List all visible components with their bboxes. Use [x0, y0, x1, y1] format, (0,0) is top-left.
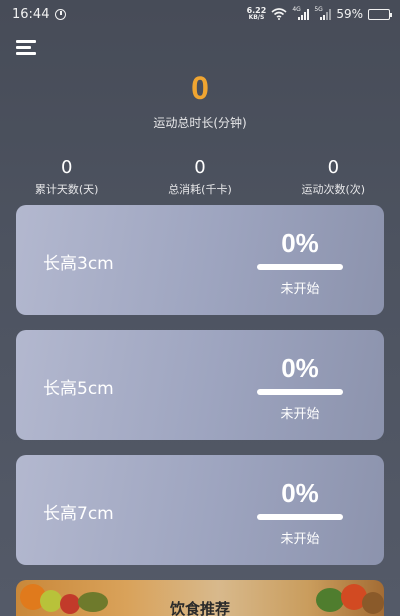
- goal-progress-block: 0% 未开始: [256, 227, 344, 297]
- goal-title: 长高5cm: [43, 379, 114, 399]
- goal-status: 未开始: [280, 282, 320, 297]
- stat-label: 运动次数(次): [301, 183, 366, 196]
- total-duration-label: 运动总时长(分钟): [153, 116, 247, 130]
- total-duration-value: 0: [191, 70, 209, 106]
- goal-progress-block: 0% 未开始: [256, 352, 344, 422]
- goal-progress-bar: [257, 264, 343, 270]
- stat-label: 累计天数(天): [34, 183, 99, 196]
- goal-percent: 0%: [281, 228, 319, 258]
- signal-icon-2: 5G: [314, 5, 332, 20]
- status-bar: 16:44 6.22 KB/S 4G 5G 59%: [0, 0, 400, 28]
- goal-percent: 0%: [281, 353, 319, 383]
- goal-status: 未开始: [280, 532, 320, 547]
- stat-value: 0: [60, 157, 73, 178]
- alarm-icon: [55, 8, 67, 20]
- goal-progress-bar: [257, 514, 343, 520]
- stat-calories: 0 总消耗(千卡): [133, 158, 266, 197]
- battery-icon: [368, 8, 392, 20]
- stat-sessions: 0 运动次数(次): [267, 158, 400, 197]
- stat-days: 0 累计天数(天): [0, 158, 133, 197]
- stat-value: 0: [194, 157, 206, 178]
- goal-status: 未开始: [280, 407, 320, 422]
- status-time: 16:44: [12, 6, 50, 22]
- goal-card-5cm[interactable]: 长高5cm 0% 未开始: [16, 330, 384, 440]
- goal-title: 长高7cm: [43, 504, 114, 524]
- diet-recommendation-banner[interactable]: 饮食推荐: [16, 580, 384, 616]
- goal-percent: 0%: [281, 478, 319, 508]
- goal-card-3cm[interactable]: 长高3cm 0% 未开始: [16, 205, 384, 315]
- signal-tag-2: 5G: [314, 5, 323, 13]
- stat-label: 总消耗(千卡): [168, 183, 232, 196]
- goal-progress-block: 0% 未开始: [256, 477, 344, 547]
- diet-title: 饮食推荐: [169, 600, 230, 616]
- network-speed-value: 6.22: [246, 6, 267, 15]
- stats-row: 0 累计天数(天) 0 总消耗(千卡) 0 运动次数(次): [0, 158, 400, 197]
- battery-percent: 59%: [336, 7, 363, 21]
- network-speed: 6.22 KB/S: [246, 6, 267, 22]
- wifi-icon: [271, 8, 287, 20]
- goal-progress-bar: [257, 389, 343, 395]
- signal-tag: 4G: [292, 5, 301, 13]
- signal-icon: 4G: [292, 5, 310, 20]
- status-left: 16:44: [12, 6, 67, 22]
- network-speed-unit: KB/S: [248, 14, 265, 21]
- goal-card-7cm[interactable]: 长高7cm 0% 未开始: [16, 455, 384, 565]
- status-right: 6.22 KB/S 4G 5G 59%: [246, 5, 392, 22]
- menu-icon[interactable]: [16, 40, 36, 55]
- goal-title: 长高3cm: [43, 254, 114, 274]
- stat-value: 0: [327, 157, 340, 178]
